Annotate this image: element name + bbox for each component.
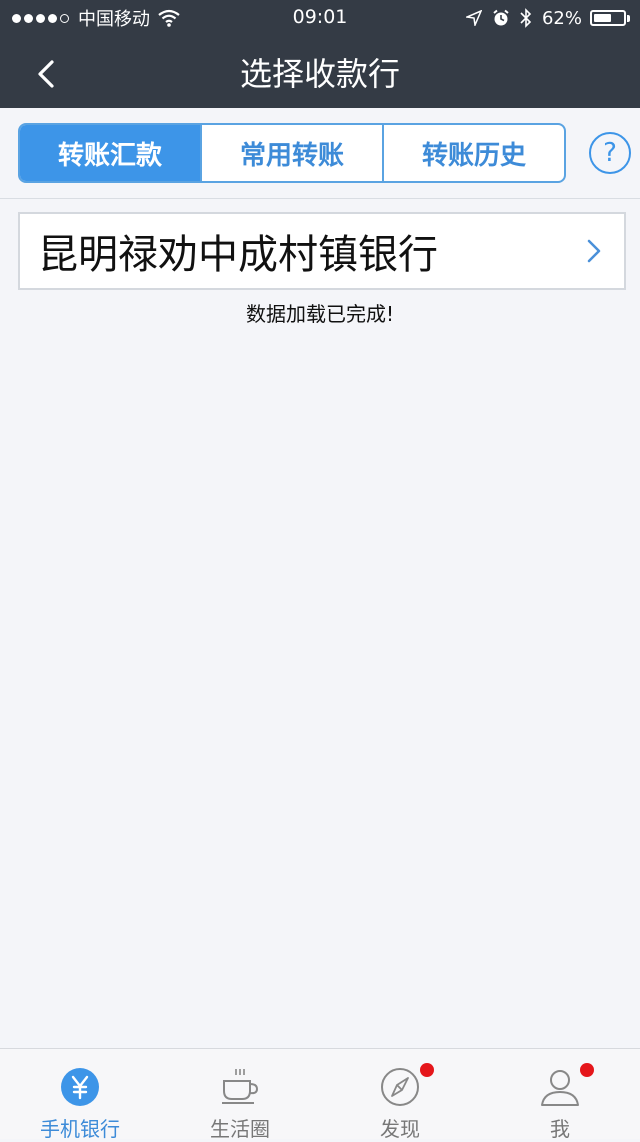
bank-list-item[interactable]: 昆明禄劝中成村镇银行 [18,212,626,290]
tabbar-discover[interactable]: 发现 [320,1049,480,1141]
chevron-right-icon [587,239,601,263]
tabbar-life-circle[interactable]: 生活圈 [160,1049,320,1141]
tab-transfer-history[interactable]: 转账历史 [382,125,564,181]
compass-icon [380,1063,434,1107]
status-bar-right: 62% [465,6,630,30]
tab-transfer-remit[interactable]: 转账汇款 [20,125,200,181]
page-title: 选择收款行 [239,55,400,93]
bank-name: 昆明禄劝中成村镇银行 [38,232,438,278]
tab-frequent-transfer[interactable]: 常用转账 [200,125,382,181]
bluetooth-icon [520,8,532,28]
help-button[interactable]: ? [589,132,631,174]
user-icon [540,1063,594,1107]
notification-badge [580,1063,594,1077]
alarm-clock-icon [493,9,509,26]
bottom-tab-bar: 手机银行 生活圈 发现 我 [0,1048,640,1141]
tabbar-me[interactable]: 我 [480,1049,640,1141]
notification-badge [420,1063,434,1077]
location-arrow-icon [465,10,482,26]
tabbar-mobile-banking[interactable]: 手机银行 [0,1049,160,1141]
battery-percent: 62% [541,7,582,29]
coffee-cup-icon [220,1067,260,1107]
battery-icon [590,10,626,26]
load-status-text: 数据加载已完成! [245,302,395,326]
yen-icon [60,1067,100,1107]
transfer-segmented-control: 转账汇款 常用转账 转账历史 [18,123,566,183]
